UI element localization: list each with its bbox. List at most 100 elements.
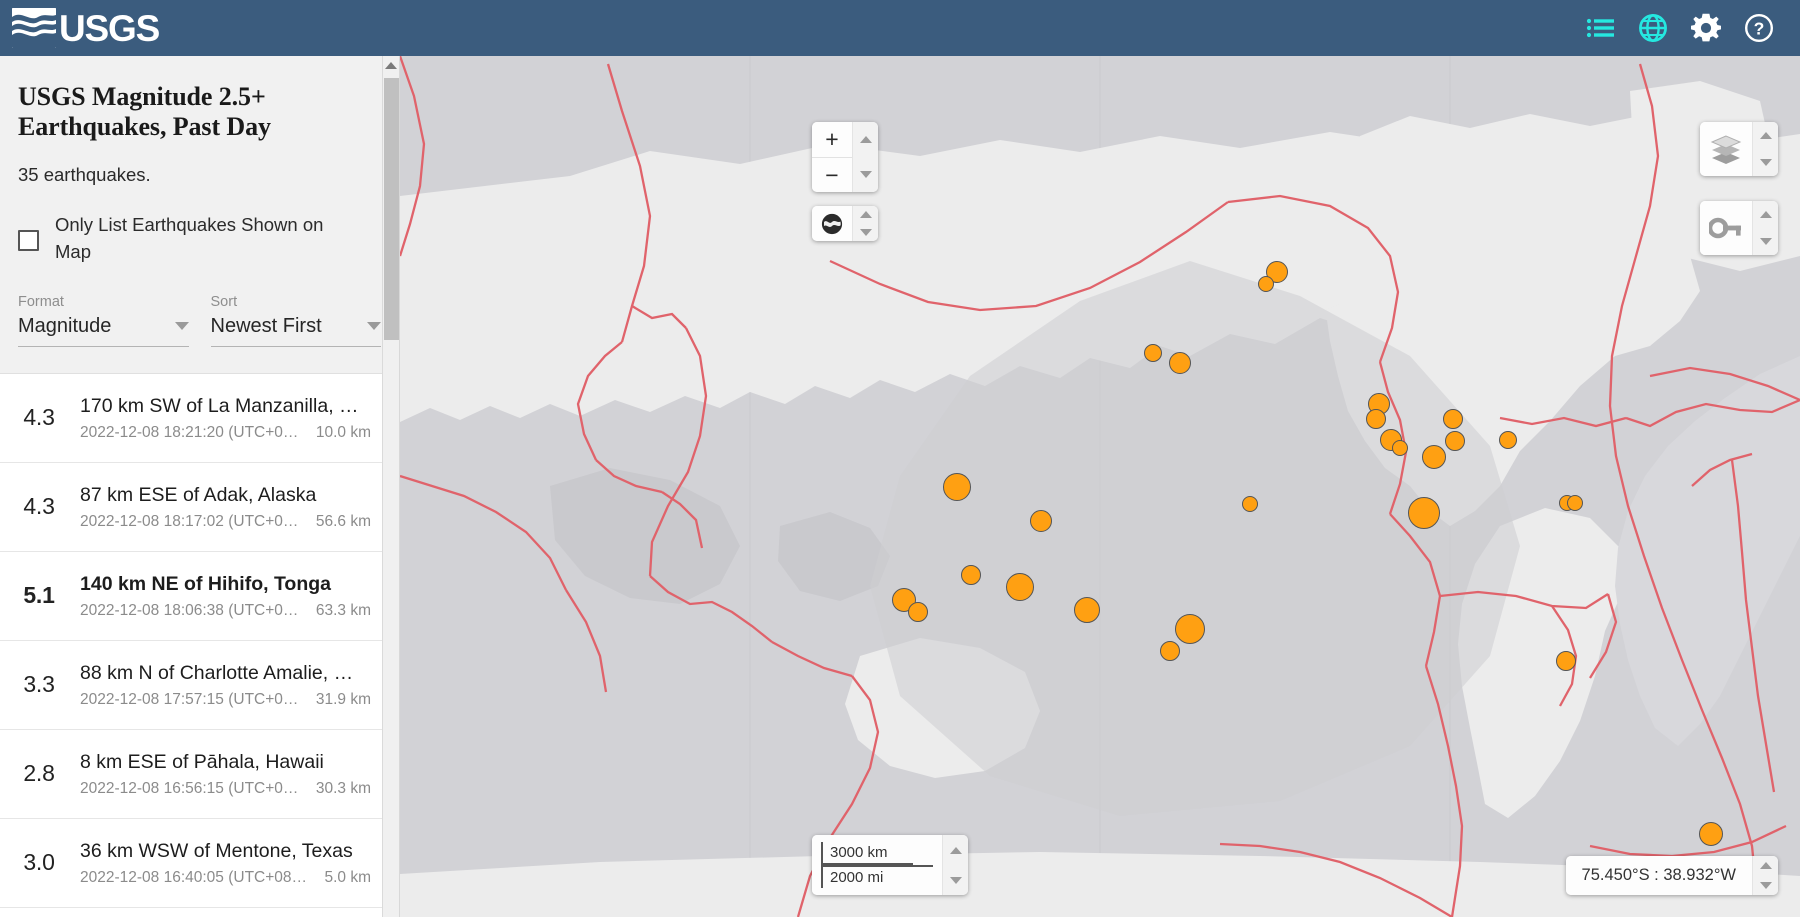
earthquake-marker[interactable] <box>1160 641 1180 661</box>
earthquake-marker[interactable] <box>1567 495 1583 511</box>
earthquake-marker[interactable] <box>1699 822 1723 846</box>
earthquake-list-item[interactable]: 4.3 170 km SW of La Manzanilla, … 2022-12-… <box>0 373 399 463</box>
spinner-down-icon[interactable] <box>859 228 872 236</box>
earthquake-marker[interactable] <box>1030 510 1052 532</box>
spinner-down-icon[interactable] <box>1759 881 1772 889</box>
earthquake-time: 2022-12-08 18:21:20 (UTC+0… <box>80 424 299 442</box>
earthquake-meta: 2022-12-08 18:06:38 (UTC+0… 63.3 km <box>80 602 387 620</box>
layers-widget[interactable] <box>1700 122 1778 176</box>
legend-spinner[interactable] <box>1752 201 1778 255</box>
spinner-up-icon[interactable] <box>1759 211 1772 218</box>
earthquake-marker[interactable] <box>1408 497 1440 529</box>
earthquake-marker[interactable] <box>1392 440 1408 456</box>
earthquake-place: 140 km NE of Hihifo, Tonga <box>80 572 331 595</box>
earthquake-meta: 2022-12-08 18:21:20 (UTC+0… 10.0 km <box>80 424 387 442</box>
earthquake-details: 87 km ESE of Adak, Alaska 2022-12-08 18:1… <box>68 483 387 531</box>
key-icon[interactable] <box>1700 201 1752 255</box>
earthquake-marker[interactable] <box>1169 352 1191 374</box>
zoom-in-button[interactable]: + <box>812 122 852 157</box>
earthquake-list-item[interactable]: 4.3 87 km ESE of Adak, Alaska 2022-12-08 1… <box>0 462 399 552</box>
usgs-logo[interactable]: USGS <box>12 8 160 48</box>
coordinates-widget[interactable]: 75.450°S : 38.932°W <box>1565 856 1778 895</box>
earthquake-count: 35 earthquakes. <box>18 164 151 186</box>
spinner-down-icon[interactable] <box>949 876 962 884</box>
spinner-up-icon[interactable] <box>949 846 962 854</box>
earthquake-magnitude: 5.1 <box>23 582 55 609</box>
spinner-up-icon[interactable] <box>859 136 872 143</box>
sort-value: Newest First <box>210 314 322 337</box>
earthquake-marker[interactable] <box>1242 496 1258 512</box>
svg-text:?: ? <box>1754 19 1765 39</box>
earthquake-marker[interactable] <box>1499 431 1517 449</box>
header-icon-group: ? <box>1585 13 1774 43</box>
earthquake-place: 170 km SW of La Manzanilla, … <box>80 394 359 417</box>
scrollbar-thumb[interactable] <box>384 78 399 340</box>
help-icon[interactable]: ? <box>1744 13 1774 43</box>
earthquake-meta: 2022-12-08 18:17:02 (UTC+0… 56.6 km <box>80 513 387 531</box>
earthquake-marker[interactable] <box>1443 409 1463 429</box>
layers-spinner[interactable] <box>1752 122 1778 176</box>
earthquake-list-item[interactable]: 3.3 88 km N of Charlotte Amalie, … 2022-12… <box>0 640 399 730</box>
earthquake-list[interactable]: 4.3 170 km SW of La Manzanilla, … 2022-12-… <box>0 372 399 917</box>
coordinates-spinner[interactable] <box>1752 856 1778 895</box>
scroll-up-arrow-icon[interactable] <box>385 62 397 69</box>
earthquake-marker[interactable] <box>1258 276 1274 292</box>
earthquake-marker[interactable] <box>1366 409 1386 429</box>
sort-select-group: Sort Newest First <box>210 293 381 347</box>
earthquake-marker[interactable] <box>1445 431 1465 451</box>
earthquake-list-item[interactable]: 2.8 8 km ESE of Pāhala, Hawaii 2022-12-08 … <box>0 729 399 819</box>
only-list-shown-checkbox[interactable] <box>18 230 39 252</box>
spinner-up-icon[interactable] <box>859 211 872 219</box>
zoom-widget[interactable]: + − <box>812 122 878 192</box>
spinner-down-icon[interactable] <box>859 171 872 178</box>
spinner-up-icon[interactable] <box>1759 862 1772 870</box>
spinner-up-icon[interactable] <box>1759 132 1772 139</box>
earthquake-marker[interactable] <box>1175 614 1205 644</box>
earthquake-marker[interactable] <box>908 602 928 622</box>
earthquake-marker[interactable] <box>961 565 981 585</box>
body-row: USGS Magnitude 2.5+ Earthquakes, Past Da… <box>0 56 1800 917</box>
globe-icon[interactable] <box>812 206 852 241</box>
earthquake-marker[interactable] <box>1006 573 1034 601</box>
earthquake-marker[interactable] <box>943 473 971 501</box>
earthquake-place: 8 km ESE of Pāhala, Hawaii <box>80 750 324 773</box>
chevron-down-icon <box>367 322 381 331</box>
format-select-group: Format Magnitude <box>18 294 189 347</box>
earthquake-time: 2022-12-08 18:17:02 (UTC+0… <box>80 513 299 531</box>
earthquake-list-item[interactable]: 3.0 36 km WSW of Mentone, Texas 2022-12-08… <box>0 818 399 908</box>
home-spinner[interactable] <box>852 206 878 241</box>
home-extent-widget[interactable] <box>812 206 878 241</box>
earthquake-magnitude: 3.0 <box>23 849 55 876</box>
scale-bar-widget[interactable]: 3000 km 2000 mi <box>812 835 968 895</box>
scale-spinner[interactable] <box>942 835 968 895</box>
zoom-out-button[interactable]: − <box>812 157 852 192</box>
sort-select[interactable]: Newest First <box>210 314 381 347</box>
sort-label: Sort <box>210 293 238 310</box>
spinner-down-icon[interactable] <box>1759 238 1772 245</box>
earthquake-place: 88 km N of Charlotte Amalie, … <box>80 661 354 684</box>
globe-icon[interactable] <box>1638 13 1668 43</box>
layers-icon[interactable] <box>1700 122 1752 176</box>
earthquake-list-item[interactable]: 5.1 140 km NE of Hihifo, Tonga 2022-12-08 … <box>0 551 399 641</box>
legend-widget[interactable] <box>1700 201 1778 255</box>
earthquake-time: 2022-12-08 17:57:15 (UTC+0… <box>80 691 299 709</box>
sidebar-scrollbar[interactable] <box>382 56 399 917</box>
format-select[interactable]: Magnitude <box>18 315 189 347</box>
earthquake-marker[interactable] <box>1556 651 1576 671</box>
earthquake-marker[interactable] <box>1422 445 1446 469</box>
map-canvas[interactable]: + − 3000 km 2000 mi 75.450°S: 38.932°W <box>400 56 1800 917</box>
earthquake-details: 140 km NE of Hihifo, Tonga 2022-12-08 18:… <box>68 572 387 620</box>
earthquake-depth: 63.3 km <box>315 602 371 620</box>
filter-spacer <box>0 346 399 373</box>
earthquake-marker[interactable] <box>1074 597 1100 623</box>
earthquake-time: 2022-12-08 16:56:15 (UTC+0… <box>80 780 299 798</box>
spinner-down-icon[interactable] <box>1759 159 1772 166</box>
earthquake-marker[interactable] <box>1144 344 1162 362</box>
gear-icon[interactable] <box>1691 13 1721 43</box>
only-list-shown-row: Only List Earthquakes Shown on Map <box>18 212 371 266</box>
scale-mi-row: 2000 mi <box>821 865 933 888</box>
earthquake-details: 88 km N of Charlotte Amalie, … 2022-12-08… <box>68 661 387 709</box>
list-icon[interactable] <box>1585 13 1615 43</box>
earthquake-place: 36 km WSW of Mentone, Texas <box>80 839 353 862</box>
zoom-spinner[interactable] <box>852 122 878 192</box>
